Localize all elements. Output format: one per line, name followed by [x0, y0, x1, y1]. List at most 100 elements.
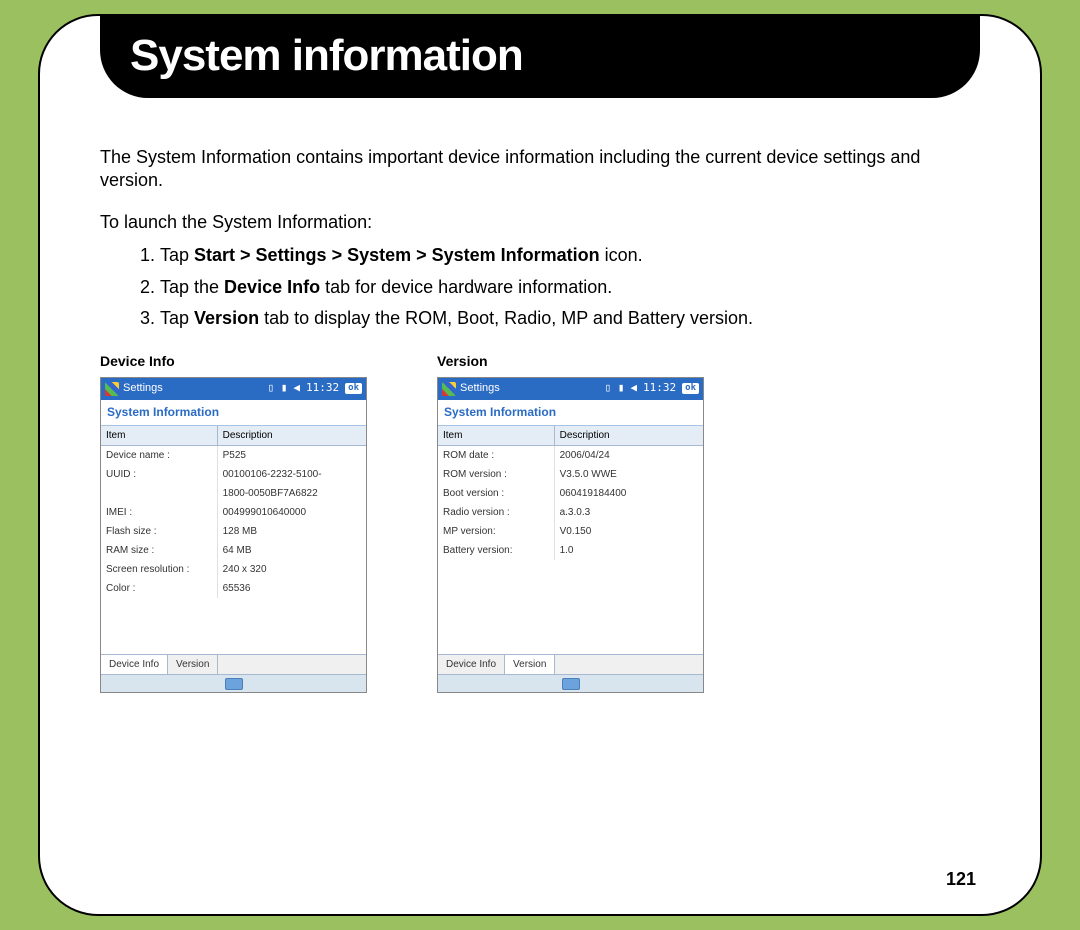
cell-desc: 65536 — [218, 579, 366, 598]
step-2-bold: Device Info — [224, 277, 320, 297]
sip-bar-left — [101, 674, 366, 692]
keyboard-icon — [562, 678, 580, 690]
grid-body-right: ROM date :2006/04/24ROM version :V3.5.0 … — [438, 446, 703, 654]
cell-desc: 00100106-2232-5100- — [218, 465, 366, 484]
cell-desc: 64 MB — [218, 541, 366, 560]
step-3-post: tab to display the ROM, Boot, Radio, MP … — [259, 308, 753, 328]
step-2-pre: Tap the — [160, 277, 224, 297]
start-icon — [442, 382, 456, 396]
cell-item: Device name : — [101, 446, 218, 465]
cell-item: Flash size : — [101, 522, 218, 541]
tab-version: Version — [168, 655, 218, 674]
tabs-row-right: Device Info Version — [438, 654, 703, 674]
status-time: 11:32 — [306, 381, 339, 395]
signal-icon: ▯ ▮ — [268, 381, 288, 395]
keyboard-icon — [225, 678, 243, 690]
cell-desc: 1800-0050BF7A6822 — [218, 484, 366, 503]
page-frame: System information The System Informatio… — [38, 14, 1042, 916]
tab-version: Version — [505, 655, 555, 674]
table-row: MP version:V0.150 — [438, 522, 703, 541]
start-icon — [105, 382, 119, 396]
table-row: Radio version :a.3.0.3 — [438, 503, 703, 522]
grid-header-right: Item Description — [438, 426, 703, 446]
status-time: 11:32 — [643, 381, 676, 395]
step-3-bold: Version — [194, 308, 259, 328]
caption-device-info: Device Info — [100, 352, 367, 370]
table-row: Device name :P525 — [101, 446, 366, 465]
speaker-icon: ◀ — [630, 381, 637, 395]
intro-text: The System Information contains importan… — [100, 146, 980, 193]
cell-item: RAM size : — [101, 541, 218, 560]
cell-item: Radio version : — [438, 503, 555, 522]
titlebar-label: Settings — [123, 381, 163, 395]
caption-version: Version — [437, 352, 704, 370]
cell-desc: 128 MB — [218, 522, 366, 541]
cell-item: Boot version : — [438, 484, 555, 503]
cell-item: UUID : — [101, 465, 218, 484]
tab-device-info: Device Info — [101, 655, 168, 674]
step-1: Tap Start > Settings > System > System I… — [160, 244, 980, 267]
step-1-path: Start > Settings > System > System Infor… — [194, 245, 600, 265]
cell-desc: 2006/04/24 — [555, 446, 703, 465]
tab-device-info: Device Info — [438, 655, 505, 674]
status-icons: ▯ ▮ ◀ 11:32 ok — [605, 381, 699, 395]
table-row: Battery version:1.0 — [438, 541, 703, 560]
col-desc-header: Description — [218, 426, 366, 445]
cell-item: IMEI : — [101, 503, 218, 522]
table-row: IMEI :004999010640000 — [101, 503, 366, 522]
cell-item: ROM version : — [438, 465, 555, 484]
titlebar-left: Settings ▯ ▮ ◀ 11:32 ok — [101, 378, 366, 400]
cell-desc: V3.5.0 WWE — [555, 465, 703, 484]
cell-item: Screen resolution : — [101, 560, 218, 579]
table-row: Boot version :060419184400 — [438, 484, 703, 503]
table-row: Flash size :128 MB — [101, 522, 366, 541]
device-screen-left: Settings ▯ ▮ ◀ 11:32 ok System Informati… — [100, 377, 367, 694]
cell-item — [101, 484, 218, 503]
step-1-pre: Tap — [160, 245, 194, 265]
table-row: RAM size :64 MB — [101, 541, 366, 560]
ok-button: ok — [345, 383, 362, 395]
launch-label: To launch the System Information: — [100, 211, 980, 234]
tabs-row-left: Device Info Version — [101, 654, 366, 674]
page-title: System information — [130, 31, 523, 81]
cell-desc: P525 — [218, 446, 366, 465]
titlebar-label: Settings — [460, 381, 500, 395]
cell-desc: 1.0 — [555, 541, 703, 560]
table-row: ROM version :V3.5.0 WWE — [438, 465, 703, 484]
screen-header-left: System Information — [101, 400, 366, 427]
col-item-header: Item — [438, 426, 555, 445]
table-row: Screen resolution :240 x 320 — [101, 560, 366, 579]
screen-header-right: System Information — [438, 400, 703, 427]
ok-button: ok — [682, 383, 699, 395]
steps-list: Tap Start > Settings > System > System I… — [160, 244, 980, 330]
grid-header-left: Item Description — [101, 426, 366, 446]
status-icons: ▯ ▮ ◀ 11:32 ok — [268, 381, 362, 395]
cell-item: ROM date : — [438, 446, 555, 465]
cell-desc: 060419184400 — [555, 484, 703, 503]
title-tab: System information — [100, 14, 980, 98]
sip-bar-right — [438, 674, 703, 692]
step-3-pre: Tap — [160, 308, 194, 328]
table-row: Color :65536 — [101, 579, 366, 598]
cell-desc: V0.150 — [555, 522, 703, 541]
cell-item: Color : — [101, 579, 218, 598]
page-number: 121 — [946, 869, 976, 890]
speaker-icon: ◀ — [293, 381, 300, 395]
device-screen-right: Settings ▯ ▮ ◀ 11:32 ok System Informati… — [437, 377, 704, 694]
content-area: The System Information contains importan… — [100, 146, 980, 693]
col-item-header: Item — [101, 426, 218, 445]
screenshot-device-info: Device Info Settings ▯ ▮ ◀ 11:32 ok Syst… — [100, 352, 367, 693]
screenshots-row: Device Info Settings ▯ ▮ ◀ 11:32 ok Syst… — [100, 352, 980, 693]
screenshot-version: Version Settings ▯ ▮ ◀ 11:32 ok System I… — [437, 352, 704, 693]
step-2: Tap the Device Info tab for device hardw… — [160, 276, 980, 299]
step-1-rest: icon. — [600, 245, 643, 265]
table-row: UUID :00100106-2232-5100- — [101, 465, 366, 484]
table-row: ROM date :2006/04/24 — [438, 446, 703, 465]
step-3: Tap Version tab to display the ROM, Boot… — [160, 307, 980, 330]
grid-body-left: Device name :P525UUID :00100106-2232-510… — [101, 446, 366, 654]
table-row: 1800-0050BF7A6822 — [101, 484, 366, 503]
cell-item: MP version: — [438, 522, 555, 541]
cell-item: Battery version: — [438, 541, 555, 560]
cell-desc: 240 x 320 — [218, 560, 366, 579]
col-desc-header: Description — [555, 426, 703, 445]
